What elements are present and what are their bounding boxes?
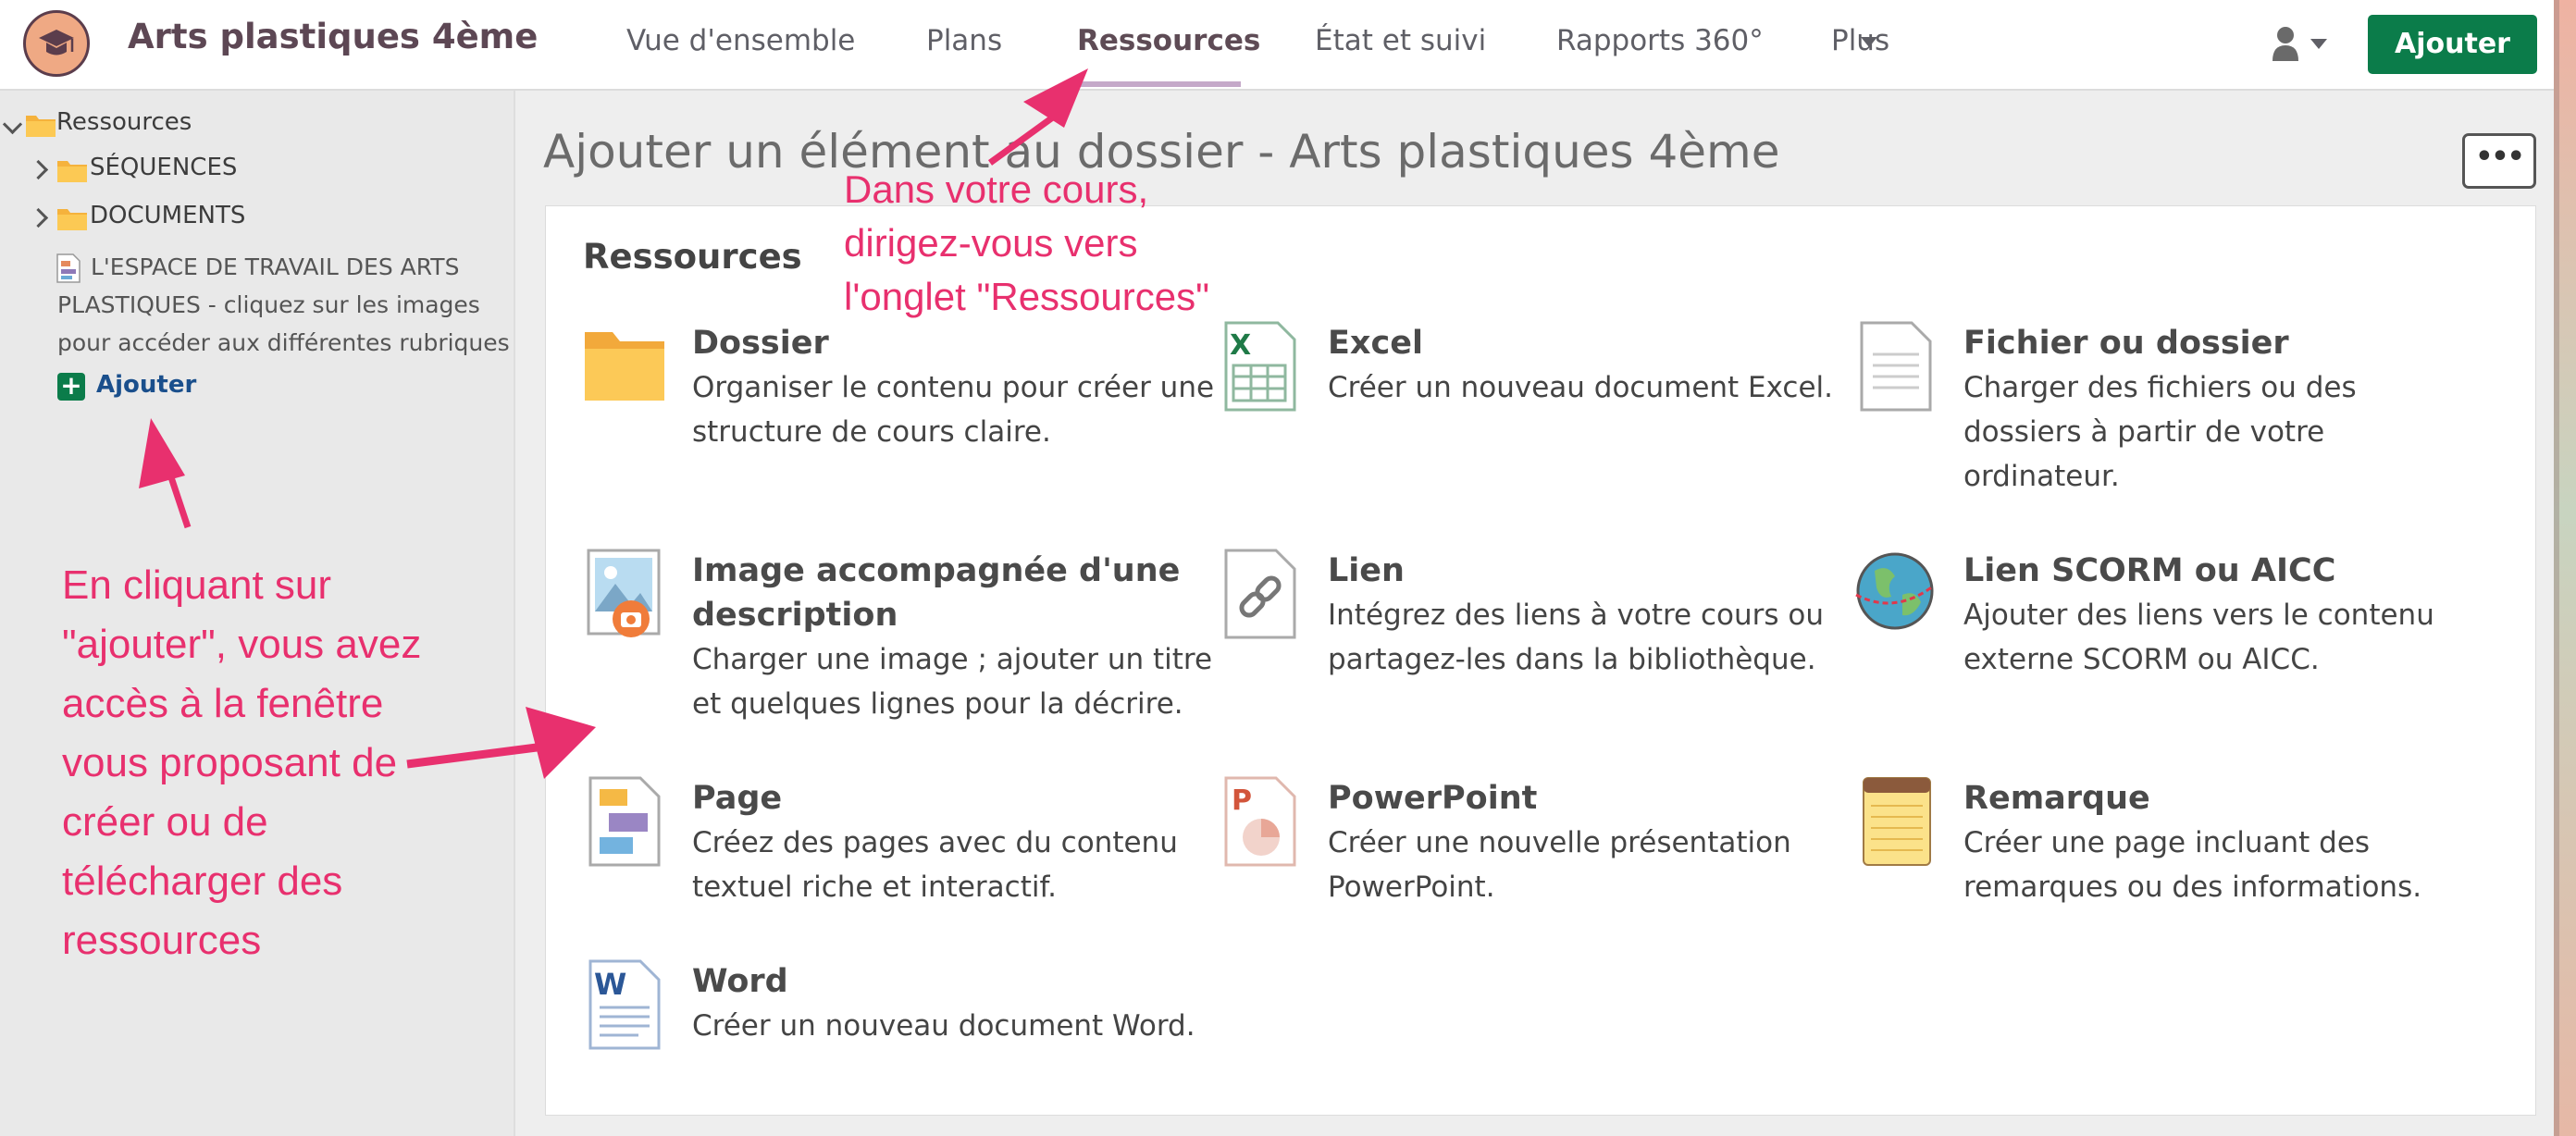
resource-image[interactable]: Image accompagnée d'une description Char… — [583, 549, 1212, 724]
annotation-left-note: En cliquant sur "ajouter", vous avez acc… — [62, 562, 422, 963]
resource-description: Charger des fichiers ou des dossiers à p… — [1963, 371, 2357, 493]
active-tab-indicator — [1076, 81, 1241, 87]
resource-title: Fichier ou dossier — [1963, 325, 2289, 362]
resource-excel[interactable]: X Excel Créer un nouveau document Excel. — [1219, 321, 1833, 423]
page-icon — [588, 776, 661, 867]
globe-icon — [1855, 552, 1935, 630]
resource-page[interactable]: Page Créez des pages avec du contenu tex… — [583, 776, 1184, 915]
link-icon — [1224, 549, 1296, 639]
resource-title: Lien SCORM ou AICC — [1963, 552, 2336, 589]
resource-description: Organiser le contenu pour créer une stru… — [692, 371, 1215, 449]
plus-icon: + — [57, 373, 85, 401]
resource-dossier[interactable]: Dossier Organiser le contenu pour créer … — [583, 321, 1214, 460]
notepad-icon — [1863, 777, 1931, 866]
resource-remarque[interactable]: Remarque Créer une page incluant des rem… — [1854, 776, 2456, 915]
resource-description: Charger une image ; ajouter un titre et … — [692, 643, 1213, 721]
folder-icon — [26, 116, 56, 137]
resource-description: Créez des pages avec du contenu textuel … — [692, 826, 1178, 904]
folder-icon — [585, 332, 664, 401]
resource-description: Créer un nouveau document Excel. — [1328, 371, 1834, 404]
resource-description: Créer un nouveau document Word. — [692, 1009, 1195, 1043]
resource-title: PowerPoint — [1328, 780, 1538, 817]
folder-icon — [57, 209, 87, 230]
svg-text:P: P — [1232, 784, 1252, 817]
chevron-down-icon — [1861, 37, 1877, 47]
chevron-down-icon — [2310, 39, 2327, 49]
resource-word[interactable]: W Word Créer un nouveau document Word. — [583, 959, 1195, 1061]
resource-description: Créer une page incluant des remarques ou… — [1963, 826, 2422, 904]
resource-description: Créer une nouvelle présentation PowerPoi… — [1328, 826, 1791, 904]
resource-scorm[interactable]: Lien SCORM ou AICC Ajouter des liens ver… — [1854, 549, 2456, 687]
resource-title: Excel — [1328, 325, 1423, 362]
sidebar-item-espace-travail[interactable]: L'ESPACE DE TRAVAIL DES ARTS PLASTIQUES … — [57, 248, 511, 362]
resource-title: Image accompagnée d'une description — [692, 552, 1181, 634]
file-icon — [1860, 321, 1932, 412]
sidebar-root-ressources[interactable]: Ressources — [56, 108, 192, 136]
more-options-button[interactable]: ••• — [2462, 133, 2536, 189]
add-button[interactable]: Ajouter — [2368, 15, 2537, 74]
tab-plans[interactable]: Plans — [926, 24, 1002, 57]
svg-text:X: X — [1230, 329, 1251, 362]
course-title[interactable]: Arts plastiques 4ème — [128, 17, 538, 56]
resource-title: Page — [692, 780, 783, 817]
tab-vue-ensemble[interactable]: Vue d'ensemble — [626, 24, 855, 57]
resource-description: Intégrez des liens à votre cours ou part… — [1328, 599, 1824, 676]
annotation-top-note: Dans votre cours, dirigez-vous vers l'on… — [844, 167, 1210, 318]
tab-etat-suivi[interactable]: État et suivi — [1315, 24, 1486, 57]
resource-fichier-dossier[interactable]: Fichier ou dossier Charger des fichiers … — [1854, 321, 2456, 497]
tab-ressources[interactable]: Ressources — [1077, 24, 1260, 57]
resource-title: Remarque — [1963, 780, 2150, 817]
resource-powerpoint[interactable]: P PowerPoint Créer une nouvelle présenta… — [1219, 776, 1820, 915]
sidebar-add-label: Ajouter — [96, 371, 197, 399]
sidebar-item-sequences[interactable]: SÉQUENCES — [90, 154, 237, 181]
powerpoint-icon: P — [1224, 776, 1296, 867]
graduation-cap-icon — [39, 30, 74, 56]
svg-text:W: W — [594, 967, 626, 1002]
user-menu[interactable] — [2270, 22, 2334, 67]
tab-rapports-360[interactable]: Rapports 360° — [1556, 24, 1764, 57]
image-icon — [587, 549, 661, 637]
window-edge-shadow — [2554, 0, 2559, 1136]
user-icon — [2273, 27, 2298, 61]
excel-icon: X — [1224, 321, 1296, 412]
word-icon: W — [588, 959, 661, 1050]
course-logo[interactable] — [23, 10, 90, 77]
resource-title: Lien — [1328, 552, 1405, 589]
folder-icon — [57, 161, 87, 182]
resource-title: Word — [692, 963, 788, 1000]
sidebar-item-documents[interactable]: DOCUMENTS — [90, 202, 245, 229]
panel-title: Ressources — [583, 237, 802, 277]
resource-lien[interactable]: Lien Intégrez des liens à votre cours ou… — [1219, 549, 1824, 687]
resource-description: Ajouter des liens vers le contenu extern… — [1963, 599, 2434, 676]
top-bar: Arts plastiques 4ème Vue d'ensemble Plan… — [0, 0, 2554, 91]
resource-title: Dossier — [692, 325, 829, 362]
